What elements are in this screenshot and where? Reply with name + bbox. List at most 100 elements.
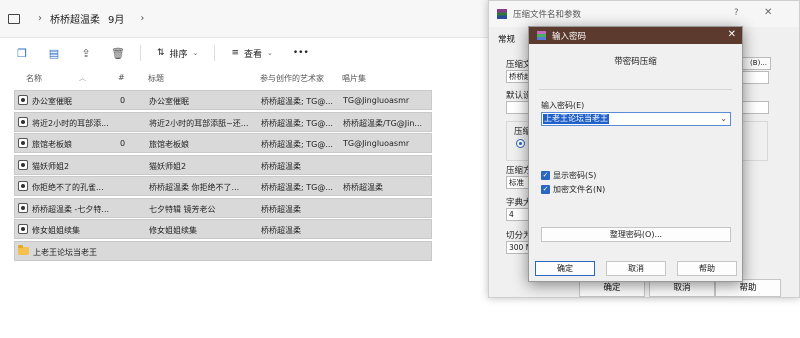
winrar-icon <box>537 31 546 40</box>
sort-label: 排序 <box>169 49 188 60</box>
file-name: 办公室催眠 <box>32 97 72 106</box>
file-row[interactable]: 猫妖师姐2 猫妖师姐2 桥桥超温柔 <box>14 154 432 175</box>
params-title: 压缩文件名和参数 <box>513 10 582 20</box>
password-heading: 带密码压缩 <box>614 57 657 67</box>
file-name: 旅馆老板娘 <box>32 140 72 149</box>
file-name: 你拒绝不了的孔雀... <box>32 183 104 192</box>
format-radio[interactable] <box>516 139 525 148</box>
computer-icon <box>8 13 20 24</box>
split-volume-field[interactable]: 300 M <box>506 241 530 254</box>
more-options-button[interactable]: ••• <box>293 48 309 58</box>
column-album[interactable]: 唱片集 <box>342 73 366 84</box>
file-title: 猫妖师姐2 <box>149 161 187 171</box>
file-title: 将近2小时的耳部添舐~还... <box>149 118 249 128</box>
chevron-down-icon: ⌄ <box>267 49 273 57</box>
column-title[interactable]: 标题 <box>148 73 164 84</box>
password-dialog: 输入密码 ✕ 带密码压缩 输入密码(E) 上老王论坛当老王 ⌄ ✓ 显示密码(S… <box>528 26 743 282</box>
password-cancel-button[interactable]: 取消 <box>606 261 666 276</box>
encrypt-filenames-label: 加密文件名(N) <box>553 185 606 194</box>
winrar-icon <box>497 9 507 19</box>
file-row[interactable]: 办公室催眠 0 办公室催眠 桥桥超温柔; TG@... TG@Jingluoas… <box>14 90 432 110</box>
column-number[interactable]: # <box>118 73 125 82</box>
file-row[interactable]: 桥桥超温柔 -七夕特... 七夕特辑 镜芳老公 桥桥超温柔 <box>14 197 432 218</box>
checkmark-icon: ✓ <box>541 185 550 194</box>
password-value: 上老王论坛当老王 <box>543 114 609 124</box>
file-artists: 桥桥超温柔 <box>261 226 301 235</box>
profile-field[interactable] <box>506 101 530 114</box>
chevron-right-icon: › <box>38 13 42 24</box>
encrypt-filenames-checkbox[interactable]: ✓ 加密文件名(N) <box>541 184 605 195</box>
password-input[interactable]: 上老王论坛当老王 ⌄ <box>541 112 731 126</box>
audio-file-icon <box>18 138 28 148</box>
view-button[interactable]: ≡ 查看 ⌄ <box>231 47 272 60</box>
folder-name: 上老王论坛当老王 <box>33 247 97 257</box>
show-password-checkbox[interactable]: ✓ 显示密码(S) <box>541 170 596 181</box>
file-album: TG@Jingluoasmr <box>343 139 410 148</box>
view-label: 查看 <box>243 49 262 60</box>
chevron-down-icon[interactable]: ⌄ <box>720 114 727 123</box>
file-row[interactable]: 你拒绝不了的孔雀... 桥桥超温柔 你拒绝不了... 桥桥超温柔; TG@...… <box>14 176 432 196</box>
share-icon[interactable]: ⇪ <box>79 46 93 60</box>
file-title: 办公室催眠 <box>149 97 189 106</box>
file-artists: 桥桥超温柔; TG@... <box>261 97 333 106</box>
audio-file-icon <box>18 95 28 105</box>
help-icon[interactable]: ? <box>734 8 739 18</box>
compression-method-field[interactable]: 标准 <box>506 176 530 189</box>
file-artists: 桥桥超温柔; TG@... <box>261 140 333 149</box>
delete-icon[interactable]: 🗑 <box>111 46 125 60</box>
sort-ascending-icon: ︿ <box>79 74 86 82</box>
show-password-label: 显示密码(S) <box>553 171 597 180</box>
file-row[interactable]: 修女姐姐续集 修女姐姐续集 桥桥超温柔 <box>14 219 432 239</box>
folder-row[interactable]: 上老王论坛当老王 <box>14 240 432 261</box>
sort-button[interactable]: ⇅ 排序 ⌄ <box>157 47 198 60</box>
password-label: 输入密码(E) <box>541 101 585 110</box>
file-row[interactable]: 将近2小时的耳部添... 将近2小时的耳部添舐~还... 桥桥超温柔; TG@.… <box>14 111 432 132</box>
file-title: 桥桥超温柔 你拒绝不了... <box>149 183 240 192</box>
tab-general[interactable]: 常规 <box>498 33 515 45</box>
breadcrumb-folder[interactable]: 桥桥超温柔 <box>50 11 100 26</box>
audio-file-icon <box>18 159 28 170</box>
toolbar-divider <box>214 45 216 61</box>
file-title: 修女姐姐续集 <box>149 226 197 235</box>
file-name: 修女姐姐续集 <box>32 226 80 235</box>
file-name: 桥桥超温柔 -七夕特... <box>32 204 110 214</box>
file-title: 七夕特辑 镜芳老公 <box>149 204 216 214</box>
dictionary-size-field[interactable]: 4 <box>506 208 530 221</box>
file-list: 办公室催眠 0 办公室催眠 桥桥超温柔; TG@... TG@Jingluoas… <box>14 90 432 262</box>
audio-file-icon <box>18 202 28 213</box>
file-row[interactable]: 旅馆老板娘 0 旅馆老板娘 桥桥超温柔; TG@... TG@Jingluoas… <box>14 133 432 153</box>
file-name: 猫妖师姐2 <box>32 161 70 171</box>
breadcrumb-subfolder[interactable]: 9月 <box>108 11 124 26</box>
password-titlebar[interactable]: 输入密码 ✕ <box>529 27 742 44</box>
browse-button[interactable]: (B)... <box>739 57 771 70</box>
chevron-right-icon: › <box>140 13 145 24</box>
profile-dropdown[interactable] <box>739 101 769 114</box>
toolbar-divider <box>140 45 141 61</box>
password-dialog-title: 输入密码 <box>552 31 587 42</box>
file-artists: 桥桥超温柔 <box>261 161 301 171</box>
password-help-button[interactable]: 帮助 <box>677 261 737 276</box>
file-number: 0 <box>120 139 126 148</box>
column-headers: ︿ 名称 # 标题 参与创作的艺术家 唱片集 <box>14 70 434 86</box>
copy-icon[interactable]: ❐ <box>15 46 29 60</box>
close-icon[interactable]: ✕ <box>764 7 772 18</box>
rename-icon[interactable]: ▤ <box>47 46 61 60</box>
organize-passwords-button[interactable]: 整理密码(O)... <box>541 227 731 242</box>
password-ok-button[interactable]: 确定 <box>535 261 595 276</box>
more-label: ••• <box>292 48 309 58</box>
view-icon: ≡ <box>231 48 239 58</box>
file-album: TG@Jingluoasmr <box>343 96 410 105</box>
audio-file-icon <box>18 224 28 234</box>
chevron-down-icon: ⌄ <box>192 49 199 57</box>
column-artists[interactable]: 参与创作的艺术家 <box>260 73 324 84</box>
params-titlebar[interactable]: 压缩文件名和参数 ? ✕ <box>489 1 799 27</box>
close-icon[interactable]: ✕ <box>728 29 736 40</box>
archive-name-field[interactable]: 桥桥超 <box>506 70 530 83</box>
file-number: 0 <box>120 96 126 105</box>
file-album: 桥桥超温柔/TG@Jin... <box>343 118 423 128</box>
archive-name-dropdown[interactable] <box>739 71 769 84</box>
file-artists: 桥桥超温柔; TG@... <box>261 118 333 128</box>
file-name: 将近2小时的耳部添... <box>32 118 109 128</box>
column-name[interactable]: 名称 <box>26 73 42 84</box>
folder-icon <box>18 244 29 255</box>
